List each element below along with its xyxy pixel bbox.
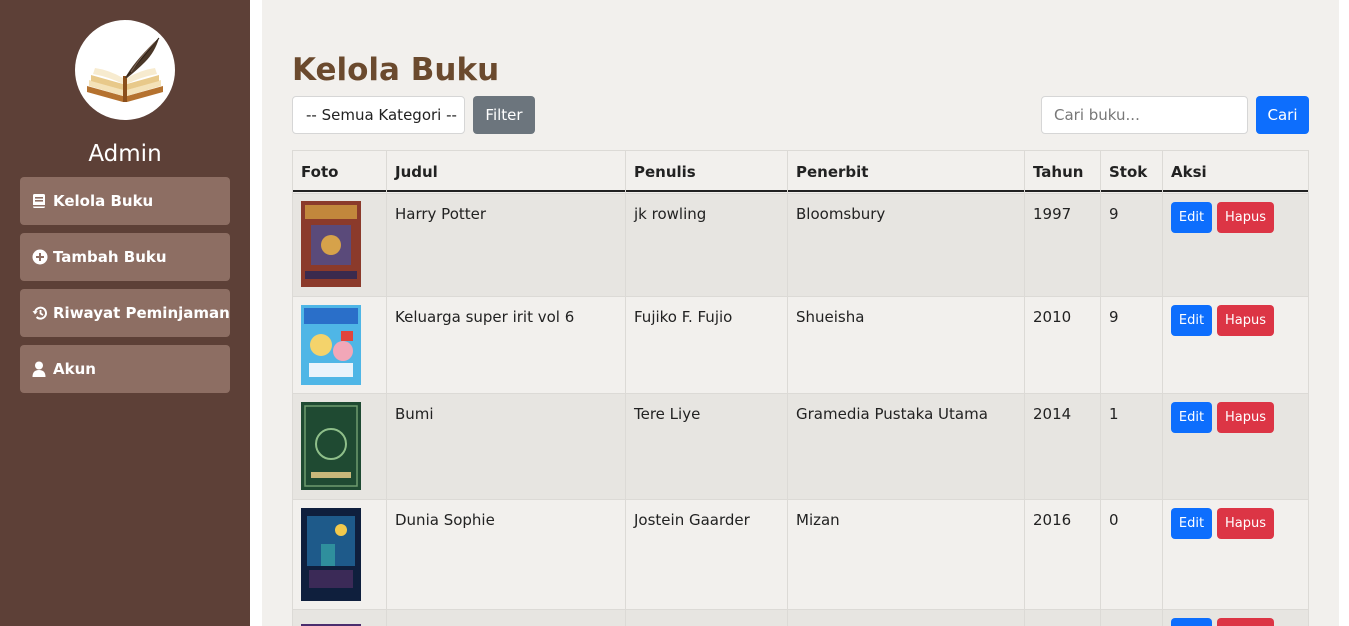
book-year: 1997 — [1033, 205, 1072, 223]
book-year: 2016 — [1033, 511, 1072, 529]
header-penerbit: Penerbit — [796, 163, 869, 181]
header-judul: Judul — [395, 163, 438, 181]
admin-name: Admin — [88, 141, 162, 167]
delete-button[interactable]: Hapus — [1217, 202, 1274, 233]
app-logo — [75, 20, 175, 120]
book-cover-image — [301, 305, 361, 385]
column-divider — [1024, 151, 1025, 626]
book-author: Jostein Gaarder — [634, 511, 750, 529]
history-icon — [32, 305, 48, 321]
book-stock: 9 — [1109, 205, 1119, 223]
search-input[interactable] — [1041, 96, 1248, 134]
table-row — [293, 609, 1308, 626]
edit-button[interactable]: Edit — [1171, 402, 1212, 433]
sidebar-item-kelola-buku[interactable]: Kelola Buku — [20, 177, 230, 225]
delete-button[interactable]: Hapus — [1217, 508, 1274, 539]
books-table: Foto Judul Penulis Penerbit Tahun Stok A… — [292, 150, 1309, 626]
book-stock: 9 — [1109, 308, 1119, 326]
book-cover-image — [301, 402, 361, 490]
book-year: 2014 — [1033, 405, 1072, 423]
sidebar-item-label: Akun — [53, 360, 96, 378]
book-cover-image — [301, 618, 361, 626]
book-author: jk rowling — [634, 205, 707, 223]
page-title: Kelola Buku — [292, 52, 500, 88]
user-icon — [32, 361, 48, 377]
header-foto: Foto — [301, 163, 339, 181]
filter-button[interactable]: Filter — [473, 96, 535, 134]
sidebar-item-riwayat-peminjaman[interactable]: Riwayat Peminjaman — [20, 289, 230, 337]
sidebar-item-label: Riwayat Peminjaman — [53, 304, 230, 322]
column-divider — [787, 151, 788, 626]
book-author: Tere Liye — [634, 405, 701, 423]
delete-button[interactable]: Hapus — [1217, 402, 1274, 433]
search-button[interactable]: Cari — [1256, 96, 1309, 134]
column-divider — [1100, 151, 1101, 626]
edit-button[interactable]: Edit — [1171, 305, 1212, 336]
sidebar-item-label: Kelola Buku — [53, 192, 154, 210]
book-cover-image — [301, 508, 361, 601]
edit-button[interactable]: Edit — [1171, 508, 1212, 539]
book-stock: 1 — [1109, 405, 1119, 423]
sidebar: Admin Kelola Buku Tambah Buku Riwayat Pe… — [0, 0, 250, 626]
book-stock: 0 — [1109, 511, 1119, 529]
book-author: Fujiko F. Fujio — [634, 308, 733, 326]
delete-button[interactable]: Hapus — [1217, 305, 1274, 336]
column-divider — [386, 151, 387, 626]
edit-button[interactable] — [1171, 618, 1212, 626]
book-title: Keluarga super irit vol 6 — [395, 308, 575, 326]
book-publisher: Bloomsbury — [796, 205, 886, 223]
header-aksi: Aksi — [1171, 163, 1207, 181]
delete-button[interactable] — [1217, 618, 1274, 626]
book-title: Bumi — [395, 405, 434, 423]
book-publisher: Shueisha — [796, 308, 865, 326]
sidebar-item-tambah-buku[interactable]: Tambah Buku — [20, 233, 230, 281]
column-divider — [1162, 151, 1163, 626]
header-penulis: Penulis — [634, 163, 696, 181]
main-content: Kelola Buku -- Semua Kategori -- Filter … — [262, 0, 1339, 626]
sidebar-item-akun[interactable]: Akun — [20, 345, 230, 393]
edit-button[interactable]: Edit — [1171, 202, 1212, 233]
sidebar-item-label: Tambah Buku — [53, 248, 167, 266]
book-year: 2010 — [1033, 308, 1072, 326]
book-title: Harry Potter — [395, 205, 487, 223]
book-title: Dunia Sophie — [395, 511, 495, 529]
plus-circle-icon — [32, 249, 48, 265]
column-divider — [625, 151, 626, 626]
book-publisher: Gramedia Pustaka Utama — [796, 405, 988, 423]
category-select-value: -- Semua Kategori -- — [306, 106, 457, 124]
header-stok: Stok — [1109, 163, 1148, 181]
book-icon — [32, 193, 48, 209]
category-select[interactable]: -- Semua Kategori -- — [292, 96, 465, 134]
book-publisher: Mizan — [796, 511, 840, 529]
header-tahun: Tahun — [1033, 163, 1084, 181]
book-cover-image — [301, 201, 361, 287]
